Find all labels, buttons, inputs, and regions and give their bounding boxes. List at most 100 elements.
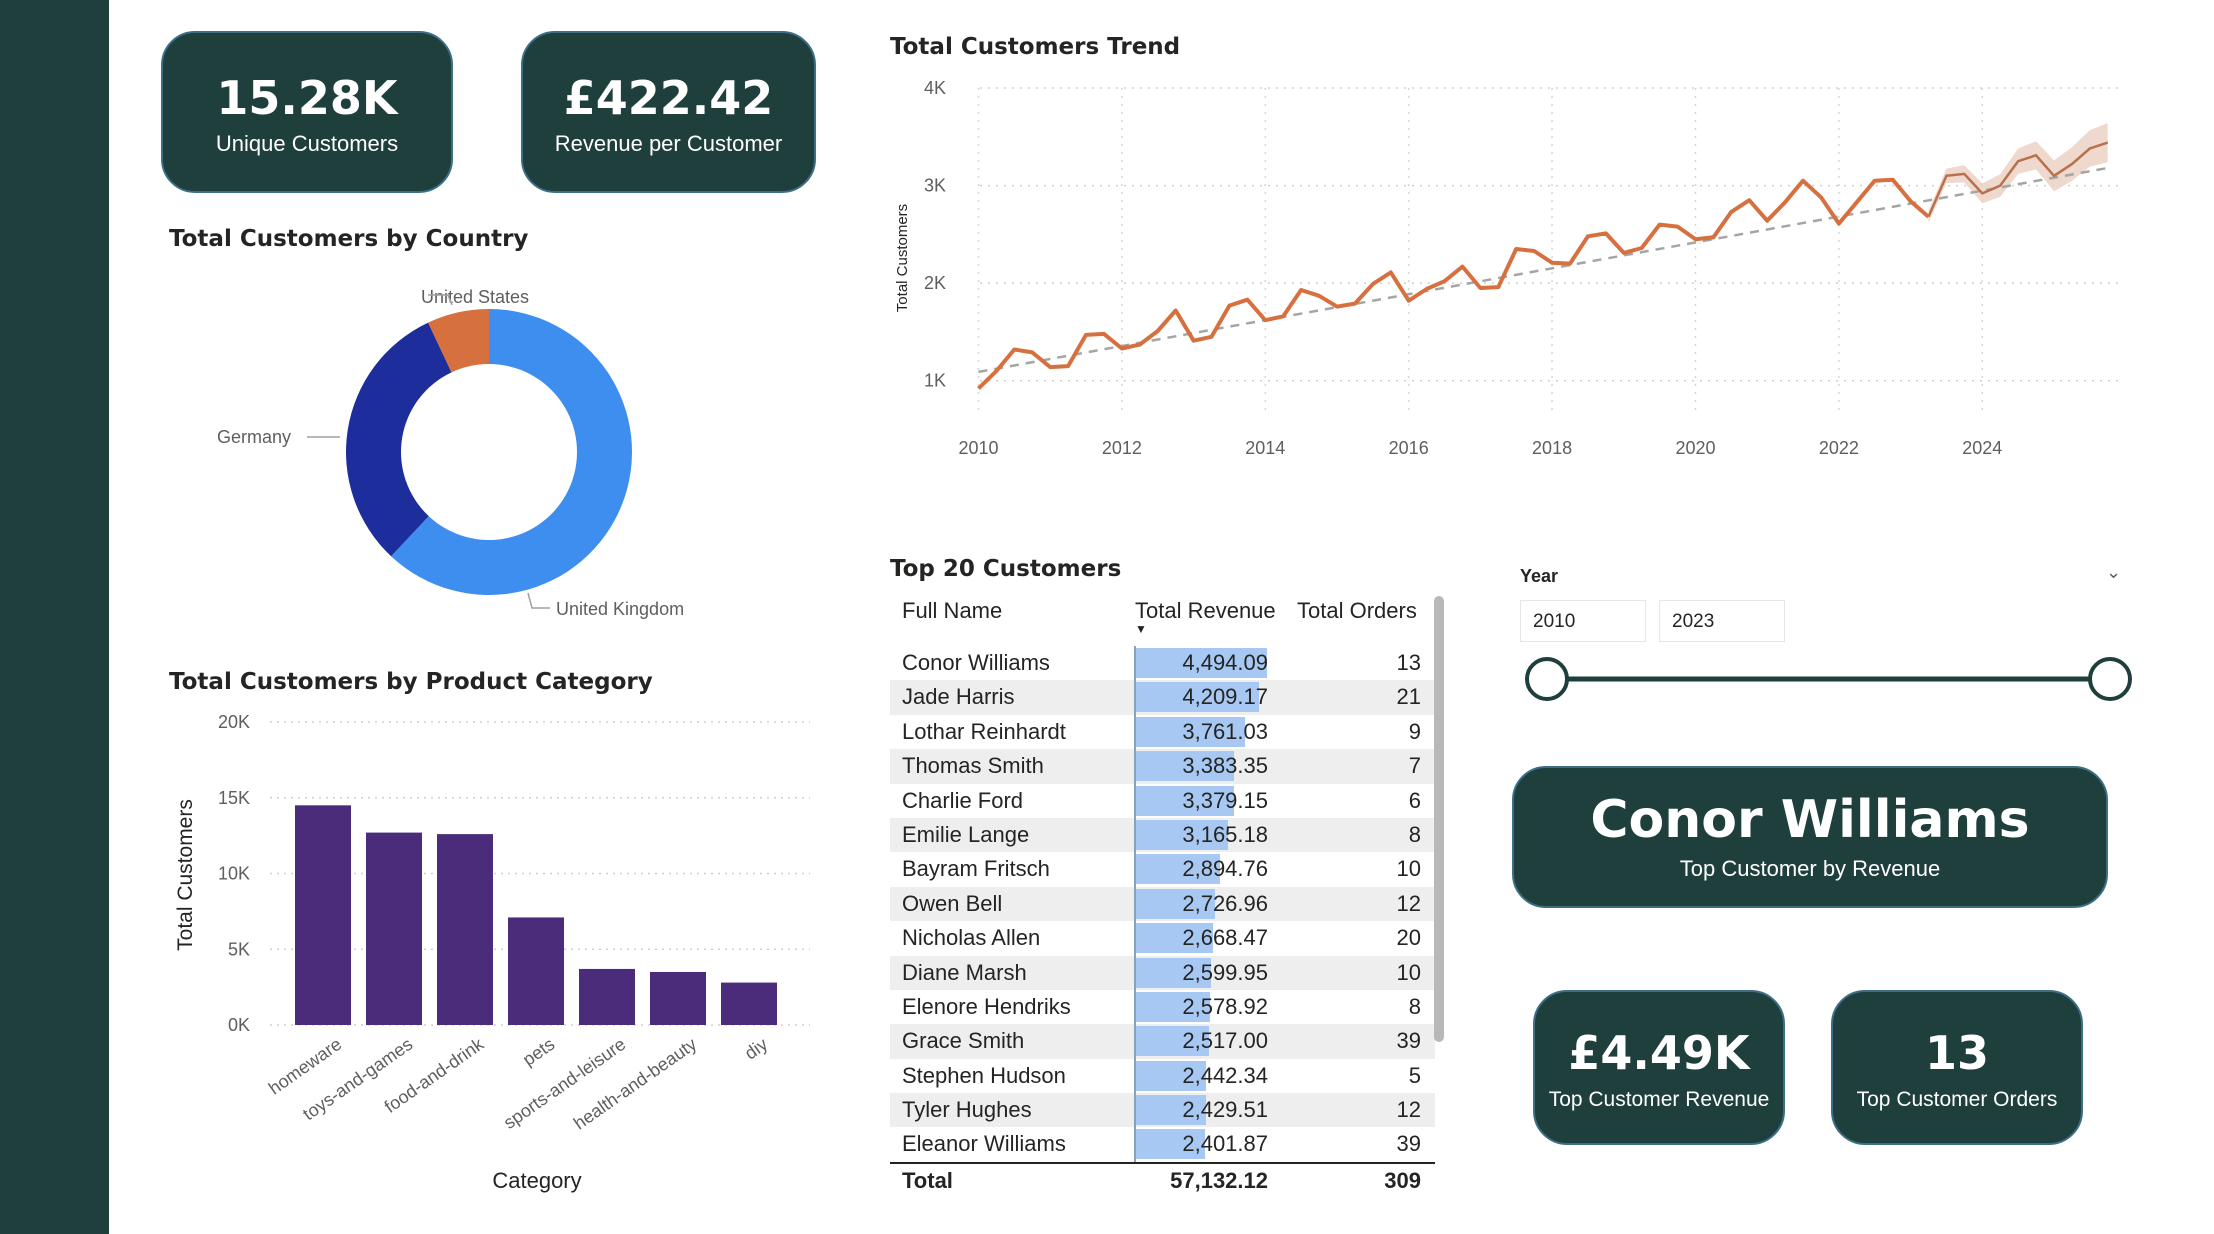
donut-slice-germany[interactable]	[346, 322, 452, 557]
table-row[interactable]: Emilie Lange 3,165.18 8	[890, 817, 1435, 853]
col-total-orders[interactable]: Total Orders	[1297, 598, 1417, 624]
table-row[interactable]: Jade Harris 4,209.17 21	[890, 680, 1435, 715]
top-customer-orders-label: Top Customer Orders	[1856, 1088, 2058, 1111]
cell-full-name: Tyler Hughes	[902, 1097, 1032, 1123]
category-y-tick: 0K	[228, 1015, 250, 1035]
cell-full-name: Emilie Lange	[902, 821, 1030, 847]
cell-total-revenue: 2,517.00	[1182, 1028, 1268, 1054]
category-x-tick: diy	[741, 1034, 771, 1064]
trend-chart-title: Total Customers Trend	[890, 34, 1181, 60]
category-y-tick: 15K	[218, 788, 250, 808]
table-row[interactable]: Thomas Smith 3,383.35 7	[890, 749, 1435, 784]
table-row[interactable]: Eleanor Williams 2,401.87 39	[890, 1127, 1435, 1162]
cell-full-name: Bayram Fritsch	[902, 856, 1050, 882]
cell-total-revenue: 2,429.51	[1182, 1097, 1268, 1123]
cell-total-orders: 8	[1408, 993, 1421, 1019]
top-customer-label: Top Customer by Revenue	[1679, 856, 1941, 881]
trend-x-tick: 2016	[1389, 438, 1429, 458]
category-x-tick: sports-and-leisure	[500, 1034, 629, 1133]
table-row[interactable]: Lothar Reinhardt 3,761.03 9	[890, 714, 1435, 750]
customers-line	[977, 177, 1930, 390]
top-customer-value: Conor Williams	[1590, 790, 2030, 850]
trend-x-tick: 2010	[958, 438, 998, 458]
cell-total-revenue: 4,209.17	[1182, 684, 1268, 710]
label-united-kingdom: United Kingdom	[556, 599, 684, 619]
col-full-name[interactable]: Full Name	[902, 598, 1002, 624]
unique-customers-value: 15.28K	[216, 71, 398, 125]
category-bar-health-and-beauty[interactable]	[650, 971, 706, 1025]
cell-total-orders: 39	[1396, 1131, 1421, 1157]
cell-total-revenue: 3,165.18	[1182, 821, 1268, 847]
chevron-down-icon[interactable]: ⌄	[2106, 562, 2121, 583]
revenue-per-customer-value: £422.42	[563, 71, 774, 125]
trend-x-tick: 2018	[1532, 438, 1572, 458]
cell-full-name: Nicholas Allen	[902, 925, 1041, 951]
cell-total-orders: 13	[1396, 650, 1421, 675]
trend-x-tick: 2024	[1962, 438, 2002, 458]
cell-full-name: Lothar Reinhardt	[902, 718, 1066, 744]
table-row[interactable]: Tyler Hughes 2,429.51 12	[890, 1093, 1435, 1128]
slider-handle-start[interactable]	[1525, 657, 1569, 701]
table-row[interactable]: Conor Williams 4,494.09 13	[890, 646, 1435, 681]
category-bar-food-and-drink[interactable]	[437, 834, 493, 1025]
top-customer-revenue-value: £4.49K	[1568, 1026, 1750, 1080]
category-bar-sports-and-leisure[interactable]	[579, 968, 635, 1025]
cell-total-orders: 12	[1396, 890, 1421, 916]
cell-total-revenue: 2,668.47	[1182, 925, 1268, 951]
label-united-states: United States	[421, 287, 529, 307]
year-to-input[interactable]: 2023	[1659, 600, 1785, 642]
year-from-input[interactable]: 2010	[1520, 600, 1646, 642]
cell-total-revenue: 2,726.96	[1182, 890, 1268, 916]
unique-customers-card: 15.28K Unique Customers	[161, 31, 453, 193]
trend-x-tick: 2022	[1819, 438, 1859, 458]
category-bar-chart: 0K5K10K15K20K homewaretoys-and-gamesfood…	[174, 712, 810, 1193]
top-customer-revenue-label: Top Customer Revenue	[1548, 1088, 1770, 1111]
table-scrollbar[interactable]	[1434, 596, 1444, 1042]
table-row[interactable]: Charlie Ford 3,379.15 6	[890, 783, 1435, 818]
table-body: Conor Williams 4,494.09 13 Jade Harris 4,209…	[890, 646, 1435, 1162]
category-bar-homeware[interactable]	[295, 805, 351, 1025]
col-total-revenue[interactable]: Total Revenue	[1135, 598, 1276, 624]
table-total-row: Total 57,132.12 309	[890, 1161, 1435, 1200]
cell-full-name: Stephen Hudson	[902, 1062, 1066, 1088]
table-row[interactable]: Diane Marsh 2,599.95 10	[890, 955, 1435, 990]
cell-full-name: Grace Smith	[902, 1028, 1025, 1054]
table-row[interactable]: Bayram Fritsch 2,894.76 10	[890, 852, 1435, 887]
cell-total-orders: 9	[1408, 718, 1421, 744]
cell-full-name: Eleanor Williams	[902, 1131, 1066, 1157]
cell-full-name: Thomas Smith	[902, 753, 1044, 779]
cell-full-name: Jade Harris	[902, 684, 1015, 710]
cell-total-orders: 12	[1396, 1097, 1421, 1123]
leader-united-kingdom	[527, 592, 550, 609]
top-customer-card: Conor Williams Top Customer by Revenue	[1512, 766, 2108, 908]
cell-total-revenue: 2,442.34	[1182, 1062, 1268, 1088]
category-y-axis-title: Total Customers	[174, 799, 197, 951]
year-range-slider[interactable]	[1512, 652, 2142, 708]
top-customer-revenue-card: £4.49K Top Customer Revenue	[1533, 990, 1785, 1145]
cell-total-orders: 10	[1396, 959, 1421, 985]
cell-total-orders: 39	[1396, 1028, 1421, 1054]
category-bar-pets[interactable]	[508, 917, 564, 1025]
customers-trend-chart: 1K 2K 3K 4K 2010 2012 2014 2016 2018 2020 2022 2024…	[894, 78, 2120, 458]
cell-total-orders: 8	[1408, 821, 1421, 847]
label-germany: Germany	[217, 427, 291, 447]
table-row[interactable]: Owen Bell 2,726.96 12	[890, 886, 1435, 922]
cell-total-orders: 6	[1408, 787, 1421, 813]
table-row[interactable]: Grace Smith 2,517.00 39	[890, 1024, 1435, 1059]
cell-total-revenue: 4,494.09	[1182, 650, 1268, 675]
cell-full-name: Conor Williams	[902, 650, 1050, 675]
table-row[interactable]: Nicholas Allen 2,668.47 20	[890, 921, 1435, 956]
cell-total-orders: 20	[1396, 925, 1421, 951]
trend-y-tick: 4K	[924, 78, 946, 98]
slider-handle-end[interactable]	[2088, 657, 2132, 701]
category-y-tick: 10K	[218, 864, 250, 884]
category-bar-toys-and-games[interactable]	[366, 832, 422, 1025]
total-revenue: 57,132.12	[1170, 1167, 1268, 1193]
trend-y-tick: 2K	[924, 273, 946, 293]
unique-customers-label: Unique Customers	[215, 131, 399, 156]
table-row[interactable]: Elenore Hendriks 2,578.92 8	[890, 989, 1435, 1025]
country-donut-chart: United States Germany United Kingdom	[217, 287, 684, 619]
category-bar-diy[interactable]	[721, 982, 777, 1025]
cell-full-name: Owen Bell	[902, 890, 1003, 916]
table-row[interactable]: Stephen Hudson 2,442.34 5	[890, 1058, 1435, 1094]
